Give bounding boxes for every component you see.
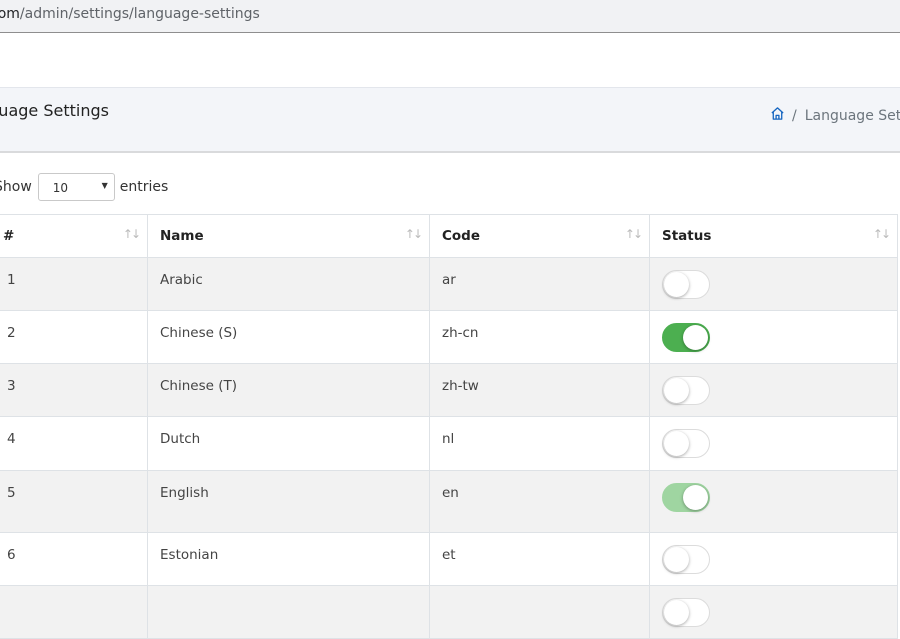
language-code [429, 585, 650, 639]
breadcrumb-separator: / [792, 107, 797, 124]
top-navbar [0, 34, 900, 99]
status-toggle[interactable] [662, 429, 710, 458]
toggle-knob [664, 431, 689, 456]
language-name: Arabic [147, 257, 430, 311]
column-header-label: Status [662, 228, 712, 244]
toggle-knob [683, 485, 708, 510]
language-name [147, 585, 430, 639]
language-code: et [429, 532, 650, 586]
table-header-row: # ↑↓ Name ↑↓ Code ↑↓ Status ↑↓ [0, 214, 898, 258]
status-cell [649, 257, 898, 311]
language-name: Chinese (T) [147, 363, 430, 417]
toggle-knob [664, 378, 689, 403]
row-number: 3 [0, 363, 148, 417]
table-row: 1 Arabic ar [0, 257, 898, 311]
column-header-name[interactable]: Name ↑↓ [147, 214, 430, 258]
breadcrumb-current: Language Setti [804, 107, 900, 124]
status-toggle[interactable] [662, 376, 710, 405]
status-cell [649, 585, 898, 639]
table-row: 6 Estonian et [0, 532, 898, 586]
page-header: nguage Settings / Language Setti [0, 87, 900, 153]
language-code: zh-cn [429, 310, 650, 364]
table-row: 5 English en [0, 470, 898, 533]
row-number: 2 [0, 310, 148, 364]
status-toggle[interactable] [662, 483, 710, 512]
url-text[interactable]: com/admin/settings/language-settings [0, 6, 260, 22]
language-code: en [429, 470, 650, 533]
toggle-knob [683, 325, 708, 350]
chevron-down-icon: ▼ [101, 181, 108, 190]
address-bar[interactable]: com/admin/settings/language-settings [0, 0, 900, 33]
home-icon[interactable] [770, 106, 785, 125]
table-row: 4 Dutch nl [0, 416, 898, 471]
status-toggle[interactable] [662, 323, 710, 352]
column-header-number[interactable]: # ↑↓ [0, 214, 148, 258]
status-cell [649, 310, 898, 364]
status-cell [649, 532, 898, 586]
column-header-label: Code [442, 228, 481, 244]
column-header-code[interactable]: Code ↑↓ [429, 214, 650, 258]
language-code: nl [429, 416, 650, 471]
sort-icon[interactable]: ↑↓ [873, 227, 891, 241]
row-number: 5 [0, 470, 148, 533]
sort-icon[interactable]: ↑↓ [625, 227, 643, 241]
table-row: 2 Chinese (S) zh-cn [0, 310, 898, 364]
length-control: Show 10 ▼ entries [0, 172, 168, 202]
row-number: 6 [0, 532, 148, 586]
language-name: Dutch [147, 416, 430, 471]
row-number [0, 585, 148, 639]
show-label: Show [0, 179, 32, 195]
breadcrumb: / Language Setti [770, 106, 900, 125]
column-header-label: Name [160, 228, 204, 244]
languages-table: # ↑↓ Name ↑↓ Code ↑↓ Status ↑↓ 1 Arabic ar 2… [0, 214, 898, 639]
language-name: Estonian [147, 532, 430, 586]
status-toggle[interactable] [662, 545, 710, 574]
table-row [0, 585, 898, 639]
url-host: com [0, 6, 20, 22]
status-cell [649, 416, 898, 471]
status-toggle[interactable] [662, 270, 710, 299]
sort-icon[interactable]: ↑↓ [123, 227, 141, 241]
entries-select[interactable]: 10 ▼ [37, 173, 115, 201]
row-number: 4 [0, 416, 148, 471]
url-path: /admin/settings/language-settings [19, 6, 260, 22]
table-row: 3 Chinese (T) zh-tw [0, 363, 898, 417]
page-title: nguage Settings [0, 101, 109, 120]
status-cell [649, 363, 898, 417]
toggle-knob [664, 600, 689, 625]
column-header-label: # [3, 228, 15, 244]
row-number: 1 [0, 257, 148, 311]
language-code: zh-tw [429, 363, 650, 417]
toggle-knob [664, 547, 689, 572]
column-header-status[interactable]: Status ↑↓ [649, 214, 898, 258]
status-cell [649, 470, 898, 533]
toggle-knob [664, 272, 689, 297]
language-name: Chinese (S) [147, 310, 430, 364]
entries-select-value: 10 [52, 181, 69, 195]
language-name: English [147, 470, 430, 533]
sort-icon[interactable]: ↑↓ [405, 227, 423, 241]
status-toggle[interactable] [662, 598, 710, 627]
language-code: ar [429, 257, 650, 311]
entries-label: entries [119, 179, 169, 195]
